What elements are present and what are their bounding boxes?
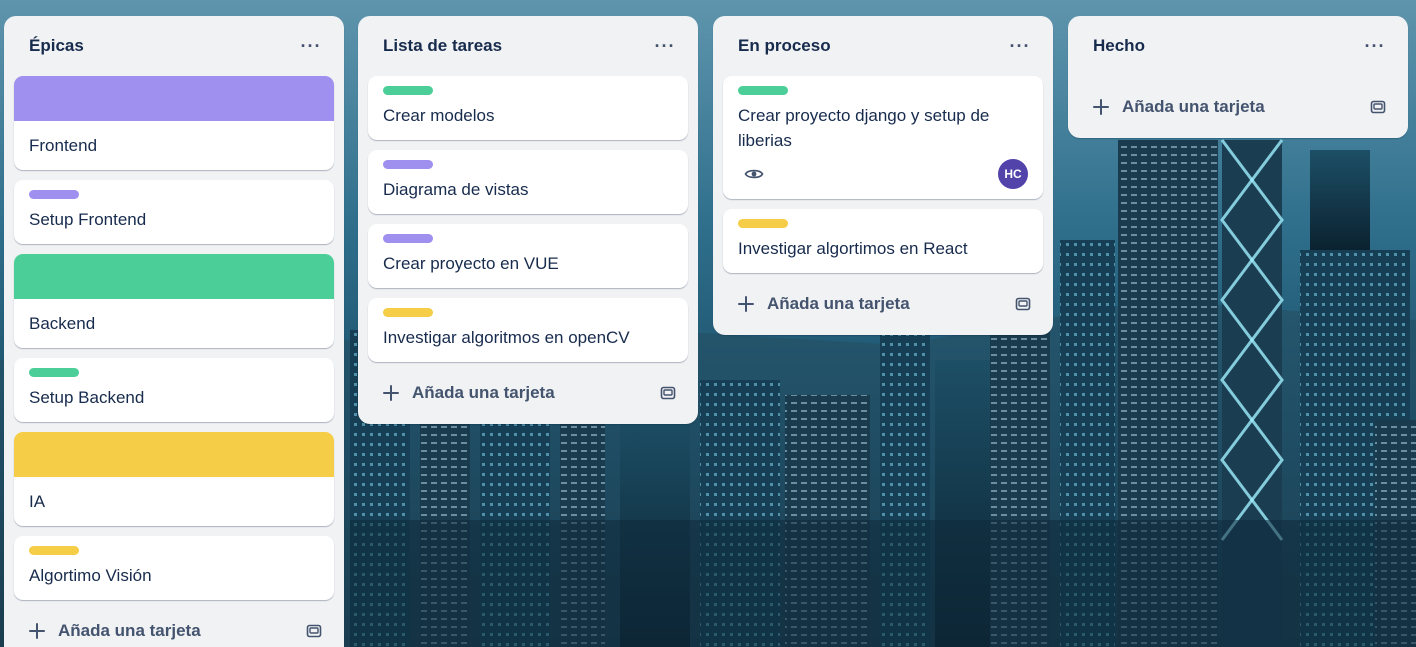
card-title: Investigar algoritmos en openCV	[383, 328, 630, 347]
card-badges: HC	[738, 159, 1028, 189]
card-label[interactable]	[29, 190, 79, 199]
plus-icon	[383, 385, 399, 401]
card-title: Setup Frontend	[29, 210, 147, 229]
list-title[interactable]: En proceso	[738, 36, 831, 56]
card-title: Algortimo Visión	[29, 566, 152, 585]
board: Épicas ··· Frontend Setup Frontend Backe…	[0, 0, 1416, 647]
card-diagrama-de-vistas[interactable]: Diagrama de vistas	[368, 150, 688, 214]
list-header: Hecho ···	[1078, 16, 1398, 76]
list-footer: Añada una tarjeta	[1078, 76, 1398, 138]
list-header: Lista de tareas ···	[368, 16, 688, 76]
card-investigar-opencv[interactable]: Investigar algoritmos en openCV	[368, 298, 688, 362]
card-label[interactable]	[383, 86, 433, 95]
card-label[interactable]	[738, 86, 788, 95]
card-cover	[14, 254, 334, 299]
card-frontend[interactable]: Frontend	[14, 76, 334, 170]
card-title: Diagrama de vistas	[383, 180, 529, 199]
card-algortimo-vision[interactable]: Algortimo Visión	[14, 536, 334, 600]
list-menu-icon[interactable]: ···	[650, 31, 680, 61]
card-setup-frontend[interactable]: Setup Frontend	[14, 180, 334, 244]
card-ia[interactable]: IA	[14, 432, 334, 526]
card-label[interactable]	[383, 234, 433, 243]
plus-icon	[1093, 99, 1109, 115]
add-card-button[interactable]: Añada una tarjeta	[1092, 97, 1265, 117]
add-card-label: Añada una tarjeta	[767, 294, 910, 313]
avatar[interactable]: HC	[998, 159, 1028, 189]
card-cover	[14, 76, 334, 121]
list-menu-icon[interactable]: ···	[1360, 31, 1390, 61]
list-header: Épicas ···	[14, 16, 334, 76]
plus-icon	[738, 296, 754, 312]
card-title: Crear proyecto en VUE	[383, 254, 559, 273]
card-title: Frontend	[29, 136, 98, 155]
card-template-icon[interactable]	[302, 619, 326, 643]
list-en-proceso: En proceso ··· Crear proyecto django y s…	[713, 16, 1053, 335]
card-template-icon[interactable]	[1366, 95, 1390, 119]
card-template-icon[interactable]	[656, 381, 680, 405]
card-backend[interactable]: Backend	[14, 254, 334, 348]
card-label[interactable]	[383, 308, 433, 317]
card-list: Crear proyecto django y setup de liberia…	[723, 76, 1043, 273]
list-lista-de-tareas: Lista de tareas ··· Crear modelos Diagra…	[358, 16, 698, 424]
card-title: IA	[29, 492, 46, 511]
card-title: Crear modelos	[383, 106, 495, 125]
card-setup-backend[interactable]: Setup Backend	[14, 358, 334, 422]
eye-icon	[744, 169, 764, 179]
add-card-button[interactable]: Añada una tarjeta	[737, 294, 910, 314]
card-title: Setup Backend	[29, 388, 145, 407]
add-card-button[interactable]: Añada una tarjeta	[28, 621, 201, 641]
list-footer: Añada una tarjeta	[723, 273, 1043, 335]
list-menu-icon[interactable]: ···	[296, 31, 326, 61]
list-header: En proceso ···	[723, 16, 1043, 76]
list-menu-icon[interactable]: ···	[1005, 31, 1035, 61]
list-title[interactable]: Épicas	[29, 36, 84, 56]
card-label[interactable]	[29, 546, 79, 555]
card-label[interactable]	[738, 219, 788, 228]
card-label[interactable]	[383, 160, 433, 169]
card-list: Frontend Setup Frontend Backend Setup Ba…	[14, 76, 334, 600]
card-label[interactable]	[29, 368, 79, 377]
card-title: Backend	[29, 314, 96, 333]
card-template-icon[interactable]	[1011, 292, 1035, 316]
plus-icon	[29, 623, 45, 639]
add-card-button[interactable]: Añada una tarjeta	[382, 383, 555, 403]
card-title: Investigar algortimos en React	[738, 239, 968, 258]
card-title: Crear proyecto django y setup de liberia…	[738, 106, 990, 150]
card-list: Crear modelos Diagrama de vistas Crear p…	[368, 76, 688, 362]
list-title[interactable]: Hecho	[1093, 36, 1145, 56]
card-crear-proyecto-django[interactable]: Crear proyecto django y setup de liberia…	[723, 76, 1043, 199]
list-footer: Añada una tarjeta	[368, 362, 688, 424]
add-card-label: Añada una tarjeta	[1122, 97, 1265, 116]
card-investigar-react[interactable]: Investigar algortimos en React	[723, 209, 1043, 273]
card-crear-modelos[interactable]: Crear modelos	[368, 76, 688, 140]
card-cover	[14, 432, 334, 477]
add-card-label: Añada una tarjeta	[412, 383, 555, 402]
list-epicas: Épicas ··· Frontend Setup Frontend Backe…	[4, 16, 344, 647]
list-title[interactable]: Lista de tareas	[383, 36, 502, 56]
add-card-label: Añada una tarjeta	[58, 621, 201, 640]
list-hecho: Hecho ··· Añada una tarjeta	[1068, 16, 1408, 138]
card-crear-proyecto-vue[interactable]: Crear proyecto en VUE	[368, 224, 688, 288]
list-footer: Añada una tarjeta	[14, 600, 334, 647]
